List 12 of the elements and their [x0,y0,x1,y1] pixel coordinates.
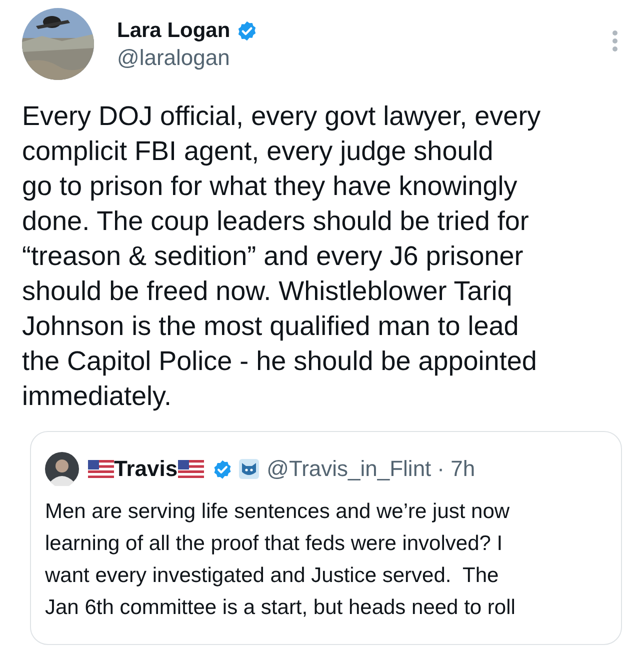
flag-icon [178,460,204,478]
author-handle: @laralogan [117,44,231,72]
avatar-icon [45,452,79,486]
quoted-post-text: Men are serving life sentences and we’re just now learning of all the proof that feds were involved? I want every investigated and Justice served. The Jan 6th committee is a start, but heads need to roll [45,499,516,621]
post-text: Every DOJ official, every govt lawyer, every complicit FBI agent, every judge should go to prison for what they have knowingly done. The coup leaders should be tried for “treason & sedition” and every J6 prisoner should be freed now. Whistleblower Tariq Johnson is the most qualified man to lead the Capitol Police - he should be appointed immediately. [22,100,542,413]
quoted-post-card[interactable] [30,431,622,645]
cat-badge-icon [238,459,259,479]
post-time: · 7h [437,455,476,483]
quoted-author-name: Travis [114,455,178,483]
author-name: Lara Logan [117,18,230,44]
flag-icon [88,460,114,478]
quoted-author-handle: @Travis_in_Flint [266,455,432,483]
